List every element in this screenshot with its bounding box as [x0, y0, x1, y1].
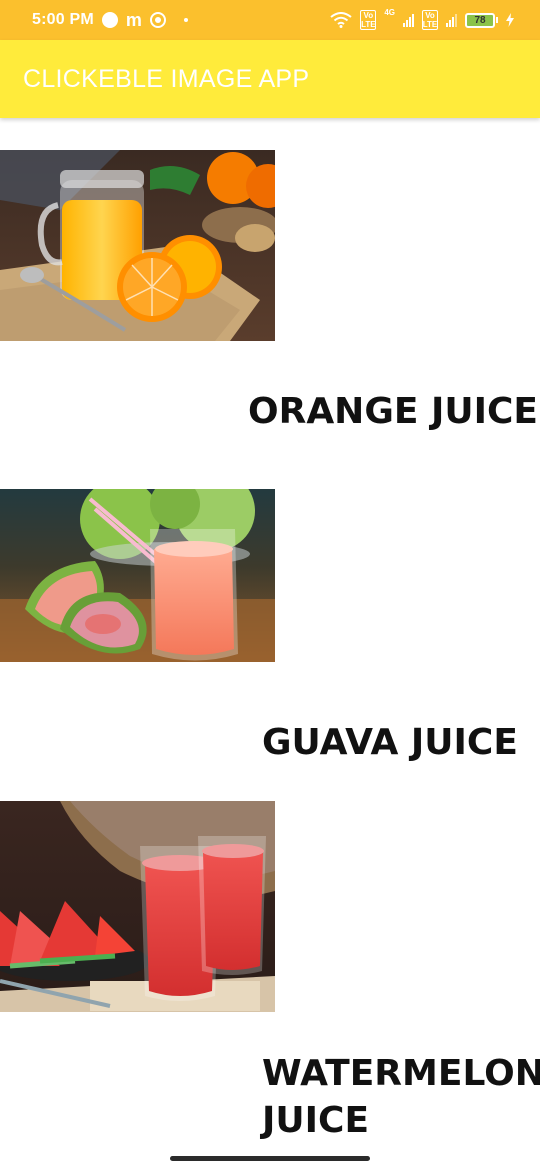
- chrome-icon: [149, 12, 166, 28]
- status-bar-left: 5:00 PM m: [32, 11, 188, 29]
- signal-strength-icon-2: [446, 13, 457, 27]
- battery-icon: 78: [465, 12, 498, 28]
- gesture-navigation-handle[interactable]: [170, 1156, 370, 1161]
- signal-strength-icon: [403, 13, 414, 27]
- status-bar: 5:00 PM m Vo LTE 4G Vo LTE 78: [0, 0, 540, 40]
- guava-juice-image[interactable]: [0, 489, 275, 662]
- watermelon-juice-image[interactable]: [0, 801, 275, 1012]
- status-time: 5:00 PM: [32, 11, 94, 28]
- watermelon-juice-label-line2: JUICE: [262, 1100, 370, 1141]
- status-bar-right: Vo LTE 4G Vo LTE 78: [330, 8, 514, 30]
- wifi-icon: [330, 12, 352, 28]
- network-type-icon: 4G: [384, 8, 395, 17]
- orange-juice-label: ORANGE JUICE: [248, 391, 539, 432]
- more-notifications-dot-icon: [183, 18, 188, 22]
- volte-icon-2: Vo LTE: [422, 10, 438, 30]
- guava-juice-label: GUAVA JUICE: [262, 722, 518, 763]
- volte-icon: Vo LTE: [360, 10, 377, 30]
- app-bar: CLICKEBLE IMAGE APP: [0, 40, 540, 118]
- charging-bolt-icon: [506, 13, 514, 27]
- app-title: CLICKEBLE IMAGE APP: [23, 64, 310, 93]
- battery-level: 78: [465, 12, 495, 28]
- notification-app-icon: [101, 12, 118, 28]
- orange-juice-image[interactable]: [0, 150, 275, 341]
- m-notification-icon: m: [125, 10, 142, 30]
- watermelon-juice-label-line1: WATERMELON: [262, 1053, 540, 1094]
